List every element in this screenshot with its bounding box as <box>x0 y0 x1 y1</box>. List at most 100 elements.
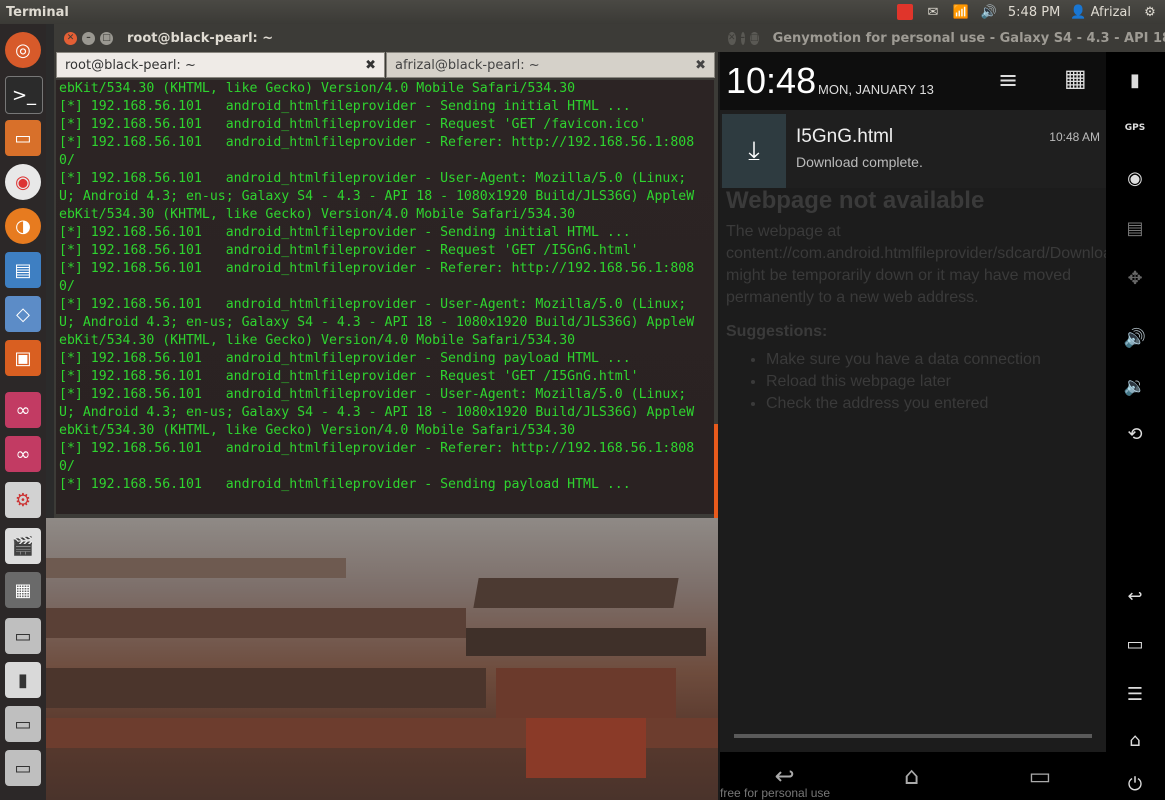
media-icon[interactable]: ▤ <box>1114 212 1156 244</box>
mail-icon[interactable]: ✉ <box>924 3 942 21</box>
tab-close-icon[interactable]: ✖ <box>365 58 376 73</box>
maximize-icon[interactable]: □ <box>100 31 113 45</box>
network-icon[interactable]: 📶 <box>952 3 970 21</box>
android-date: MON, JANUARY 13 <box>818 82 934 97</box>
user-menu[interactable]: 👤 Afrizal <box>1070 5 1131 20</box>
terminal-line: [*] 192.168.56.101 android_htmlfileprovi… <box>59 99 631 114</box>
terminal-line: 0/ <box>59 279 75 294</box>
terminal-tabs: root@black-pearl: ~ ✖ afrizal@black-pear… <box>56 52 716 78</box>
rotate-icon[interactable]: ⟲ <box>1114 418 1156 450</box>
terminal-icon[interactable]: >_ <box>5 76 43 114</box>
desktop-wallpaper <box>46 518 718 800</box>
menu-icon[interactable]: ☰ <box>1114 678 1156 710</box>
launcher: ◎ >_ ▭ ◉ ◑ ▤ ◇ ▣ ∞ ∞ ⚙ 🎬 ▦ ▭ ▮ ▭ ▭ <box>0 24 46 800</box>
minimize-icon[interactable]: – <box>740 31 746 45</box>
camera-icon[interactable]: ◉ <box>1114 162 1156 194</box>
app-indicator-icon[interactable] <box>896 3 914 21</box>
suggestion-item: Check the address you entered <box>766 393 1106 415</box>
files-icon[interactable]: ▭ <box>5 120 41 156</box>
terminal-line: [*] 192.168.56.101 android_htmlfileprovi… <box>59 117 647 132</box>
notification-subtitle: Download complete. <box>796 154 923 170</box>
tab-root[interactable]: root@black-pearl: ~ ✖ <box>56 52 385 78</box>
terminal-line: [*] 192.168.56.101 android_htmlfileprovi… <box>59 261 695 276</box>
terminal-line: [*] 192.168.56.101 android_htmlfileprovi… <box>59 135 695 150</box>
software-center-icon[interactable]: ▣ <box>5 340 41 376</box>
download-icon: ⤓ <box>722 114 786 188</box>
volume-icon[interactable]: 🔊 <box>980 3 998 21</box>
notification-time: 10:48 AM <box>1049 130 1100 144</box>
terminal-title: root@black-pearl: ~ <box>127 30 274 46</box>
power-icon[interactable]: ⏻ <box>1114 768 1156 800</box>
terminal-line: ebKit/534.30 (KHTML, like Gecko) Version… <box>59 333 576 348</box>
active-app-name: Terminal <box>6 4 69 20</box>
gear-icon[interactable]: ⚙ <box>1141 3 1159 21</box>
notification-shade-header: 10:48 MON, JANUARY 13 ≡ ▦ <box>720 52 1106 110</box>
firefox-icon[interactable]: ◑ <box>5 208 41 244</box>
back-icon[interactable]: ↩ <box>1114 580 1156 612</box>
terminal-line: U; Android 4.3; en-us; Galaxy S4 - 4.3 -… <box>59 315 695 330</box>
terminal-line: [*] 192.168.56.101 android_htmlfileprovi… <box>59 243 639 258</box>
video-editor-icon[interactable]: 🎬 <box>5 528 41 564</box>
dash-icon[interactable]: ◎ <box>5 32 41 68</box>
minimize-icon[interactable]: – <box>82 31 95 45</box>
close-icon[interactable]: ✕ <box>64 31 77 45</box>
terminal-line: [*] 192.168.56.101 android_htmlfileprovi… <box>59 441 695 456</box>
recent-apps-icon[interactable]: ▭ <box>1114 628 1156 660</box>
home-icon[interactable]: ⌂ <box>1114 724 1156 756</box>
terminal-line: [*] 192.168.56.101 android_htmlfileprovi… <box>59 225 631 240</box>
personal-use-notice: free for personal use <box>720 786 831 800</box>
recent-apps-icon[interactable]: ▭ <box>1029 762 1052 790</box>
suggestion-item: Make sure you have a data connection <box>766 349 1106 371</box>
terminal-line: U; Android 4.3; en-us; Galaxy S4 - 4.3 -… <box>59 189 695 204</box>
terminal-window: ✕ – □ root@black-pearl: ~ root@black-pea… <box>54 24 718 518</box>
tab-afrizal[interactable]: afrizal@black-pearl: ~ ✖ <box>386 52 715 78</box>
drive-icon-3[interactable]: ▭ <box>5 750 41 786</box>
notification-title: I5GnG.html <box>796 126 894 147</box>
close-icon[interactable]: ✕ <box>728 31 736 45</box>
genymotion-title: Genymotion for personal use - Galaxy S4 … <box>772 30 1165 46</box>
clear-notifications-icon[interactable]: ≡ <box>998 66 1018 94</box>
webpage-body: The webpage at content://com.android.htm… <box>726 223 1106 306</box>
drive-icon[interactable]: ▭ <box>5 618 41 654</box>
terminal-line: ebKit/534.30 (KHTML, like Gecko) Version… <box>59 207 576 222</box>
terminal-output[interactable]: ebKit/534.30 (KHTML, like Gecko) Version… <box>56 80 714 514</box>
app-icon-2[interactable]: ∞ <box>5 436 41 472</box>
tab-label: afrizal@black-pearl: ~ <box>395 57 540 73</box>
terminal-line: [*] 192.168.56.101 android_htmlfileprovi… <box>59 477 631 492</box>
suggestions-label: Suggestions: <box>726 323 828 340</box>
android-clock: 10:48 <box>726 60 817 101</box>
home-icon[interactable]: ⌂ <box>904 762 919 790</box>
settings-icon[interactable]: ⚙ <box>5 482 41 518</box>
usb-drive-icon[interactable]: ▮ <box>5 662 41 698</box>
download-notification[interactable]: ⤓ I5GnG.html Download complete. 10:48 AM <box>720 110 1106 188</box>
tab-close-icon[interactable]: ✖ <box>695 58 706 73</box>
volume-down-icon[interactable]: 🔉 <box>1114 370 1156 402</box>
terminal-line: [*] 192.168.56.101 android_htmlfileprovi… <box>59 369 639 384</box>
terminal-line: [*] 192.168.56.101 android_htmlfileprovi… <box>59 297 687 312</box>
terminal-line: 0/ <box>59 153 75 168</box>
terminal-line: [*] 192.168.56.101 android_htmlfileprovi… <box>59 387 687 402</box>
genymotion-titlebar[interactable]: ✕ – □ Genymotion for personal use - Gala… <box>718 24 1165 52</box>
terminal-line: 0/ <box>59 459 75 474</box>
quick-settings-icon[interactable]: ▦ <box>1064 64 1087 92</box>
app-icon-1[interactable]: ∞ <box>5 392 41 428</box>
chrome-icon[interactable]: ◉ <box>5 164 41 200</box>
terminal-titlebar[interactable]: ✕ – □ root@black-pearl: ~ <box>54 24 718 52</box>
webpage-error: Webpage not available The webpage at con… <box>720 187 1106 415</box>
dpad-icon[interactable]: ✥ <box>1114 262 1156 294</box>
terminal-line: [*] 192.168.56.101 android_htmlfileprovi… <box>59 351 631 366</box>
maximize-icon[interactable]: □ <box>750 31 759 45</box>
android-screen[interactable]: Webpage not available The webpage at con… <box>720 52 1106 752</box>
virtualbox-icon[interactable]: ◇ <box>5 296 41 332</box>
terminal-line: ebKit/534.30 (KHTML, like Gecko) Version… <box>59 81 576 96</box>
gps-icon[interactable]: GPS <box>1114 112 1156 144</box>
shade-handle[interactable] <box>734 734 1092 738</box>
volume-up-icon[interactable]: 🔊 <box>1114 322 1156 354</box>
terminal-line: U; Android 4.3; en-us; Galaxy S4 - 4.3 -… <box>59 405 695 420</box>
workspace-switcher-icon[interactable]: ▦ <box>5 572 41 608</box>
battery-icon[interactable]: ▮ <box>1114 64 1156 96</box>
drive-icon-2[interactable]: ▭ <box>5 706 41 742</box>
genymotion-window: ✕ – □ Genymotion for personal use - Gala… <box>718 24 1165 800</box>
clock[interactable]: 5:48 PM <box>1008 5 1060 20</box>
writer-icon[interactable]: ▤ <box>5 252 41 288</box>
